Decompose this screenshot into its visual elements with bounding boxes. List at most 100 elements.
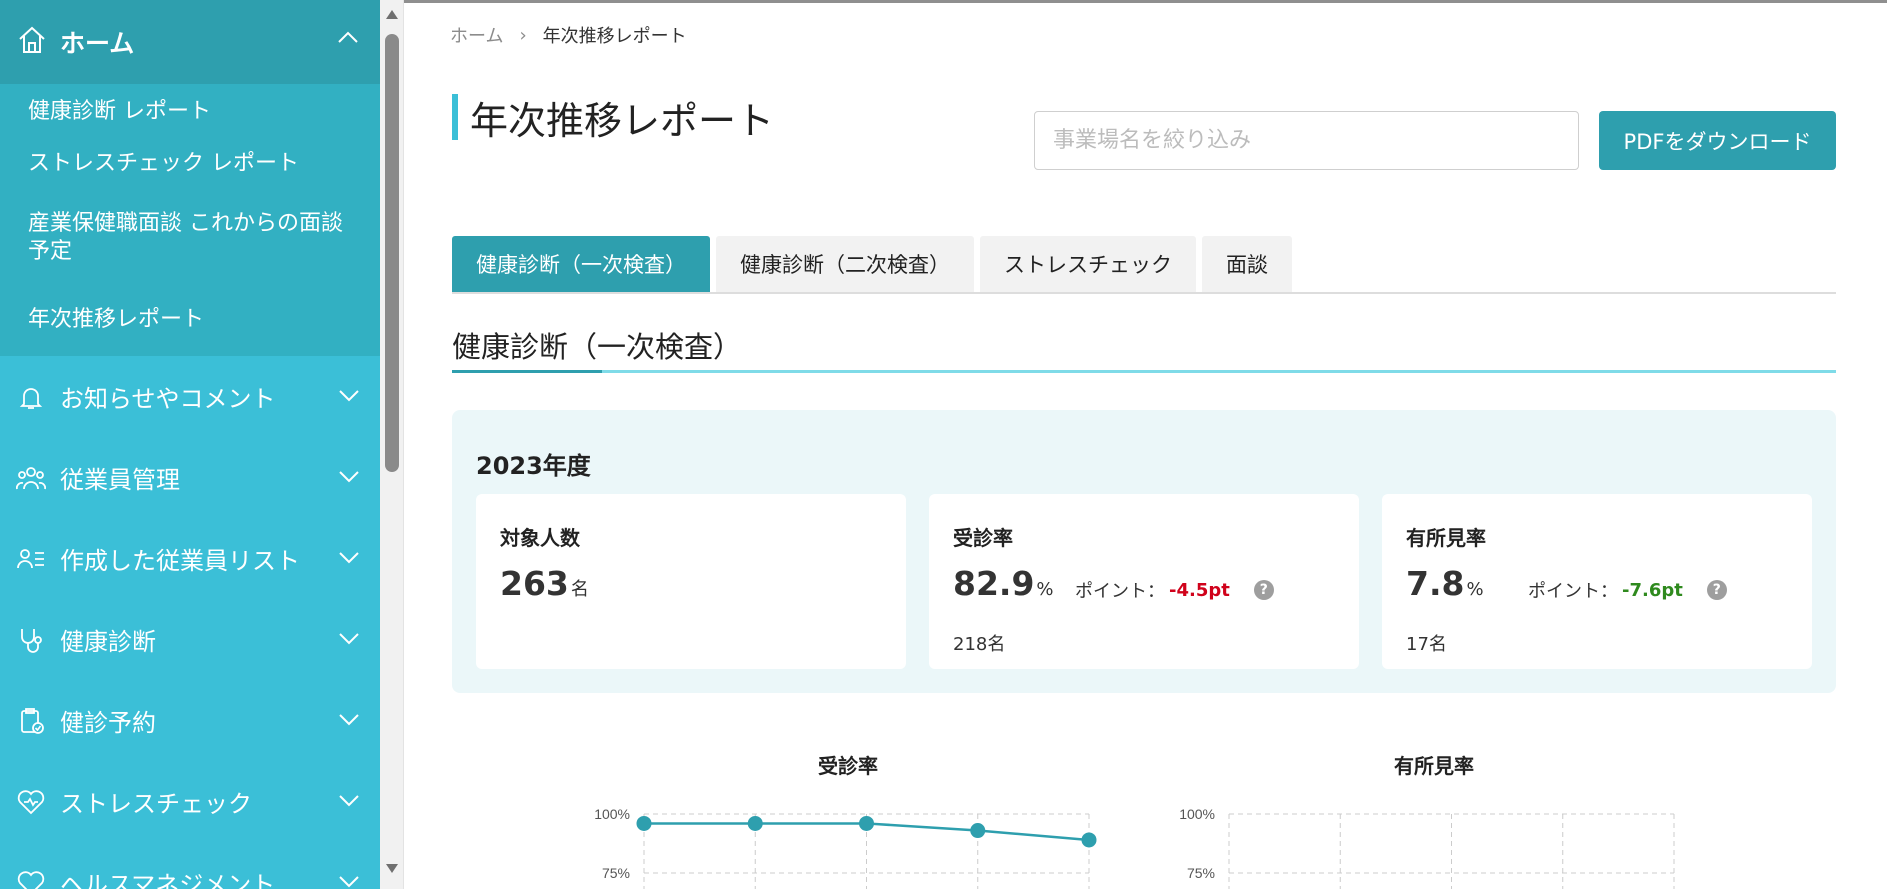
help-icon[interactable]: ? (1706, 580, 1727, 600)
card-subvalue: 218名 (953, 634, 1006, 655)
tab-health-secondary[interactable]: 健康診断（二次検査） (716, 236, 974, 292)
card-value-unit: % (1036, 579, 1054, 600)
section-underline (452, 370, 1836, 373)
fiscal-year-label: 2023年度 (476, 452, 591, 480)
chevron-down-icon[interactable] (338, 627, 360, 653)
chart-title-finding-rate: 有所見率 (1394, 754, 1474, 778)
main-content: ホーム › 年次推移レポート 年次推移レポート PDFをダウンロード 健康診断（… (404, 0, 1887, 889)
sidebar-scrollbar[interactable] (380, 0, 404, 889)
tab-stress-check[interactable]: ストレスチェック (980, 236, 1196, 292)
subnav-item-health-report[interactable]: 健康診断 レポート (0, 86, 380, 150)
card-value-number: 263 (500, 564, 569, 603)
chevron-down-icon[interactable] (338, 546, 360, 572)
scrollbar-thumb[interactable] (385, 34, 399, 472)
breadcrumb-current: 年次推移レポート (542, 26, 687, 47)
tab-interview[interactable]: 面談 (1202, 236, 1292, 292)
sidebar-home-label: ホーム (60, 29, 135, 58)
chart-title-exam-rate: 受診率 (818, 754, 878, 778)
chevron-down-icon[interactable] (338, 870, 360, 889)
y-tick-label: 75% (602, 865, 630, 881)
sidebar-item-checkup-booking[interactable]: 健診予約 (0, 680, 380, 761)
card-value-unit: 名 (570, 579, 589, 600)
sidebar-item-label: 健康診断 (60, 628, 156, 656)
y-tick-label: 75% (1187, 865, 1215, 881)
finding-rate-chart: 100% 75% (1179, 806, 1675, 889)
data-point (970, 823, 986, 839)
card-value: 82.9% (953, 564, 1054, 603)
top-divider (404, 0, 1887, 3)
home-icon (16, 24, 48, 60)
sidebar-item-health-checkup[interactable]: 健康診断 (0, 599, 380, 680)
data-point (636, 815, 652, 831)
scroll-down-arrow-icon[interactable] (386, 864, 398, 873)
card-finding-rate: 有所見率 7.8% ポイント： -7.6pt ? 17名 (1382, 494, 1812, 669)
heart-icon (14, 785, 48, 819)
card-value-unit: % (1466, 579, 1484, 600)
sidebar-item-label: ヘルスマネジメント (60, 871, 276, 889)
help-icon[interactable]: ? (1253, 580, 1274, 600)
clipboard-check-icon (14, 704, 48, 738)
subnav-item-interview-schedule[interactable]: 産業保健職面談 これからの面談予定 (0, 210, 380, 306)
page-title: 年次推移レポート (470, 99, 775, 143)
card-title: 対象人数 (500, 526, 580, 550)
home-subnav: 健康診断 レポート ストレスチェック レポート 産業保健職面談 これからの面談予… (0, 84, 380, 356)
card-title: 有所見率 (1406, 526, 1486, 550)
sidebar-item-label: 従業員管理 (60, 466, 180, 494)
chevron-down-icon[interactable] (338, 465, 360, 491)
point-value: -4.5pt (1169, 579, 1230, 601)
card-value: 7.8% (1406, 564, 1484, 603)
card-point: ポイント： -7.6pt ? (1528, 577, 1727, 603)
card-target-count: 対象人数 263 名 (476, 494, 906, 669)
title-accent-bar (452, 94, 458, 140)
sidebar-item-employee-lists[interactable]: 作成した従業員リスト (0, 518, 380, 599)
subnav-item-stress-report[interactable]: ストレスチェック レポート (0, 150, 380, 210)
card-title: 受診率 (953, 526, 1013, 550)
card-value: 263 名 (500, 564, 589, 603)
card-value-number: 82.9 (953, 564, 1035, 603)
subnav-item-annual-report[interactable]: 年次推移レポート (0, 306, 380, 346)
sidebar-item-notices[interactable]: お知らせやコメント (0, 356, 380, 437)
bell-icon (14, 380, 48, 414)
chevron-down-icon[interactable] (338, 384, 360, 410)
heart-icon (14, 866, 48, 889)
breadcrumb: ホーム › 年次推移レポート (450, 22, 687, 48)
card-exam-rate: 受診率 82.9% ポイント： -4.5pt ? 218名 (929, 494, 1359, 669)
site-filter-input[interactable] (1034, 111, 1579, 170)
chevron-down-icon[interactable] (338, 789, 360, 815)
pdf-download-button[interactable]: PDFをダウンロード (1599, 111, 1836, 170)
sidebar-home-header[interactable]: ホーム (0, 0, 380, 84)
point-label: ポイント： (1075, 581, 1165, 602)
sidebar-item-employees[interactable]: 従業員管理 (0, 437, 380, 518)
sidebar-item-label: お知らせやコメント (60, 385, 276, 413)
sidebar-item-stress-check[interactable]: ストレスチェック (0, 761, 380, 842)
sidebar: ホーム 健康診断 レポート ストレスチェック レポート 産業保健職面談 これから… (0, 0, 380, 889)
users-icon (14, 461, 48, 495)
chevron-up-icon[interactable] (336, 26, 360, 54)
chevron-down-icon[interactable] (338, 708, 360, 734)
data-point (859, 815, 874, 831)
y-tick-label: 100% (1179, 806, 1215, 822)
section-underline-accent (452, 370, 602, 373)
point-label: ポイント： (1528, 581, 1618, 602)
breadcrumb-home-link[interactable]: ホーム (450, 22, 503, 48)
data-point (747, 815, 763, 831)
stethoscope-icon (14, 623, 48, 657)
sidebar-item-health-management[interactable]: ヘルスマネジメント (0, 842, 380, 889)
tab-bar: 健康診断（一次検査） 健康診断（二次検査） ストレスチェック 面談 (452, 236, 1836, 294)
exam-rate-chart: 100% 75% (594, 806, 1097, 889)
sidebar-item-label: 健診予約 (60, 709, 156, 737)
section-title: 健康診断（一次検査） (452, 330, 743, 364)
sidebar-item-label: ストレスチェック (60, 790, 252, 818)
card-subvalue: 17名 (1406, 634, 1447, 655)
sidebar-item-label: 作成した従業員リスト (60, 547, 300, 575)
card-point: ポイント： -4.5pt ? (1075, 577, 1274, 603)
tab-health-primary[interactable]: 健康診断（一次検査） (452, 236, 710, 292)
y-tick-label: 100% (594, 806, 630, 822)
user-list-icon (14, 542, 48, 576)
point-value: -7.6pt (1622, 579, 1683, 601)
summary-panel: 2023年度 対象人数 263 名 受診率 82.9% ポイント： -4.5pt … (452, 410, 1836, 693)
data-point (1081, 832, 1097, 848)
breadcrumb-separator-icon: › (519, 24, 527, 46)
card-value-number: 7.8 (1406, 564, 1465, 603)
scroll-up-arrow-icon[interactable] (386, 10, 398, 19)
